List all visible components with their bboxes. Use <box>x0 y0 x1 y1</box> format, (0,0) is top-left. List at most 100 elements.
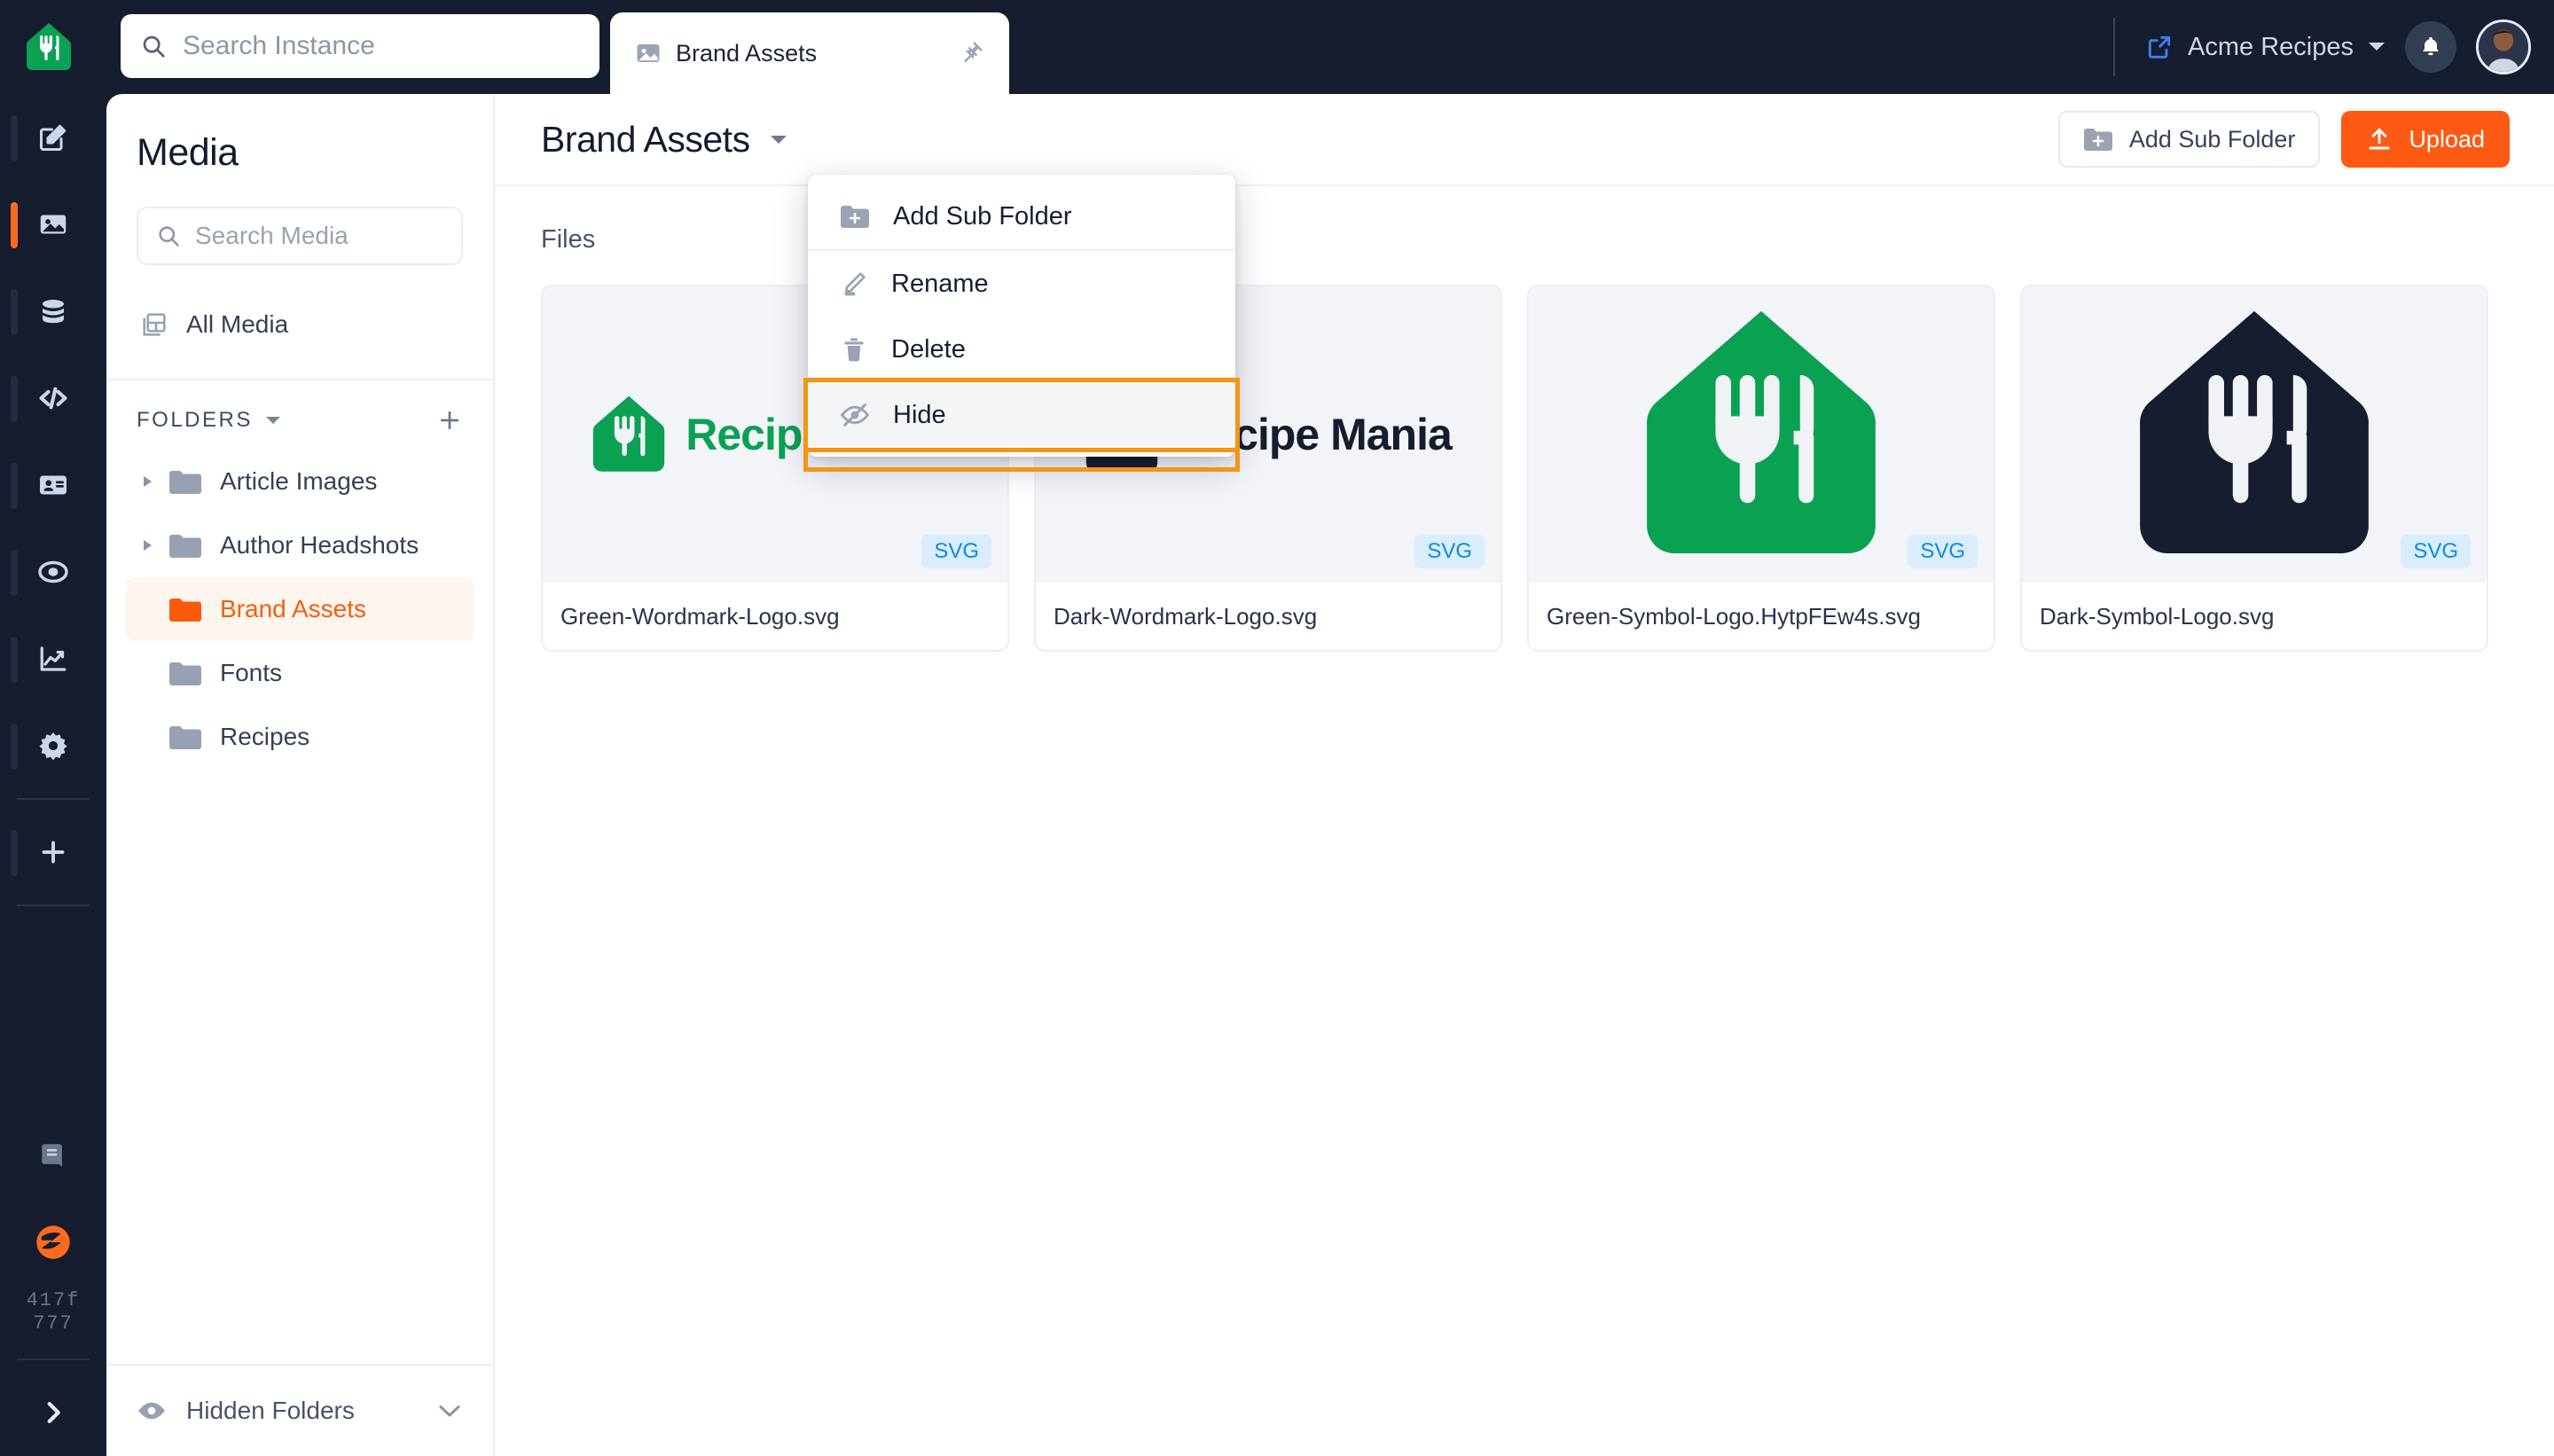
context-menu-label: Hide <box>893 400 946 429</box>
rail-indicator <box>11 115 18 161</box>
rail-item-docs[interactable] <box>0 1112 106 1199</box>
top-bar: Search Instance Brand Assets Acme Recipe… <box>0 0 2554 94</box>
file-type-badge: SVG <box>921 535 991 568</box>
rail-divider <box>17 798 90 800</box>
recipe-mania-mark-icon <box>593 395 665 472</box>
sidebar-item-all-media[interactable]: All Media <box>126 295 474 354</box>
image-icon <box>635 40 662 67</box>
rail-item-fieldtypes[interactable] <box>0 355 106 442</box>
folder-label: Brand Assets <box>220 595 366 622</box>
grid-layout-icon <box>140 310 168 339</box>
folder-icon <box>168 468 202 495</box>
context-menu-label: Rename <box>891 269 989 298</box>
external-link-icon[interactable] <box>2145 33 2174 61</box>
image-icon <box>37 208 69 240</box>
folder-icon <box>168 596 202 622</box>
rail-indicator <box>11 289 18 335</box>
instance-search-box[interactable]: Search Instance <box>121 14 599 78</box>
folders-section-header: FOLDERS <box>106 380 493 434</box>
rail-item-add[interactable] <box>0 809 106 896</box>
page-header-actions: Add Sub Folder Upload <box>2057 111 2510 168</box>
asset-filename: Green-Wordmark-Logo.svg <box>560 602 840 630</box>
rail-item-assets[interactable] <box>0 181 106 268</box>
search-input-placeholder[interactable]: Search Instance <box>183 31 375 61</box>
version-label: 417f 777 <box>0 1286 106 1350</box>
media-search-input[interactable]: Search Media <box>137 207 463 265</box>
tab-label: Brand Assets <box>676 39 818 67</box>
plus-icon <box>37 836 69 868</box>
rail-indicator <box>11 463 18 509</box>
icon-rail: 417f 777 <box>0 94 106 1456</box>
version-line-2: 777 <box>33 1312 74 1335</box>
chart-line-icon <box>37 643 69 675</box>
asset-card[interactable]: SVG Dark-Symbol-Logo.svg <box>2020 285 2488 652</box>
folder-context-menu: Add Sub Folder Rename Delete Hide <box>803 175 1240 472</box>
sidebar-title: Media <box>137 131 239 174</box>
add-folder-button[interactable] <box>436 407 463 434</box>
id-card-icon <box>37 469 69 501</box>
eye-icon <box>137 1396 167 1426</box>
media-search-placeholder[interactable]: Search Media <box>195 222 349 250</box>
asset-thumbnail: SVG <box>2022 286 2487 583</box>
folder-icon <box>168 724 202 750</box>
rail-indicator <box>11 550 18 596</box>
upload-button[interactable]: Upload <box>2341 111 2510 168</box>
database-icon <box>37 295 69 327</box>
rail-indicator <box>11 724 18 770</box>
asset-thumbnail: SVG <box>1529 286 1994 583</box>
add-sub-folder-button[interactable]: Add Sub Folder <box>2057 111 2321 168</box>
main-content: Brand Assets Add Sub Folder Upload Files… <box>495 94 2554 1456</box>
asset-filename: Dark-Symbol-Logo.svg <box>2040 602 2275 630</box>
sidebar-folder-brand-assets[interactable]: Brand Assets <box>126 577 474 641</box>
folder-label: Author Headshots <box>220 531 419 559</box>
chevron-right-icon <box>38 1397 68 1428</box>
rail-item-collections[interactable] <box>0 268 106 355</box>
trash-icon <box>840 335 868 364</box>
assets-grid: Recipe Mania SVG Green-Wordmark-Logo.svg <box>495 254 2554 652</box>
rail-bottom: 417f 777 <box>0 1112 106 1456</box>
rail-item-settings[interactable] <box>0 702 106 789</box>
statamic-logo-icon <box>34 1223 73 1262</box>
files-section-label: Files <box>541 225 596 254</box>
pin-icon[interactable] <box>958 40 984 67</box>
folder-plus-icon <box>840 204 870 229</box>
rail-expand-button[interactable] <box>0 1369 106 1456</box>
hidden-folders-toggle[interactable]: Hidden Folders <box>106 1364 493 1456</box>
rail-indicator-active <box>11 202 18 248</box>
rail-item-compose[interactable] <box>0 94 106 181</box>
search-icon <box>140 33 167 59</box>
site-name: Acme Recipes <box>2188 32 2354 61</box>
site-switcher[interactable]: Acme Recipes <box>2145 33 2386 62</box>
context-menu-item-delete[interactable]: Delete <box>808 317 1235 382</box>
rail-item-analytics[interactable] <box>0 615 106 702</box>
context-menu-item-hide[interactable]: Hide <box>803 378 1240 472</box>
sidebar-folder-author-headshots[interactable]: Author Headshots <box>126 513 474 577</box>
twisty-right-icon[interactable] <box>142 538 154 552</box>
tab-brand-assets[interactable]: Brand Assets <box>610 12 1009 94</box>
rail-item-targeting[interactable] <box>0 528 106 615</box>
avatar[interactable] <box>2476 20 2531 74</box>
rail-item-users[interactable] <box>0 442 106 528</box>
chevron-down-icon[interactable] <box>436 1402 463 1420</box>
sidebar-folder-article-images[interactable]: Article Images <box>126 450 474 513</box>
caret-down-icon[interactable] <box>265 415 281 426</box>
page-title: Brand Assets <box>541 118 750 160</box>
sidebar-folder-recipes[interactable]: Recipes <box>126 705 474 769</box>
context-menu-item-rename[interactable]: Rename <box>808 251 1235 317</box>
twisty-right-icon[interactable] <box>142 474 154 489</box>
asset-card[interactable]: SVG Green-Symbol-Logo.HytpFEw4s.svg <box>1527 285 1995 652</box>
rail-item-product-logo[interactable] <box>0 1199 106 1286</box>
rail-divider <box>17 904 90 906</box>
recipe-mania-logo-icon[interactable] <box>23 21 74 73</box>
context-menu-label: Delete <box>891 334 966 364</box>
folder-actions-caret-icon[interactable] <box>770 134 787 145</box>
file-type-badge: SVG <box>1908 535 1978 568</box>
chevron-down-icon[interactable] <box>2368 41 2386 53</box>
sidebar-folder-fonts[interactable]: Fonts <box>126 641 474 705</box>
notifications-button[interactable] <box>2405 21 2456 73</box>
target-icon <box>37 556 69 588</box>
context-menu-label: Add Sub Folder <box>893 201 1072 231</box>
rail-indicator <box>11 376 18 422</box>
context-menu-item-add-sub-folder[interactable]: Add Sub Folder <box>808 184 1235 249</box>
page-header: Brand Assets Add Sub Folder Upload <box>495 94 2554 186</box>
